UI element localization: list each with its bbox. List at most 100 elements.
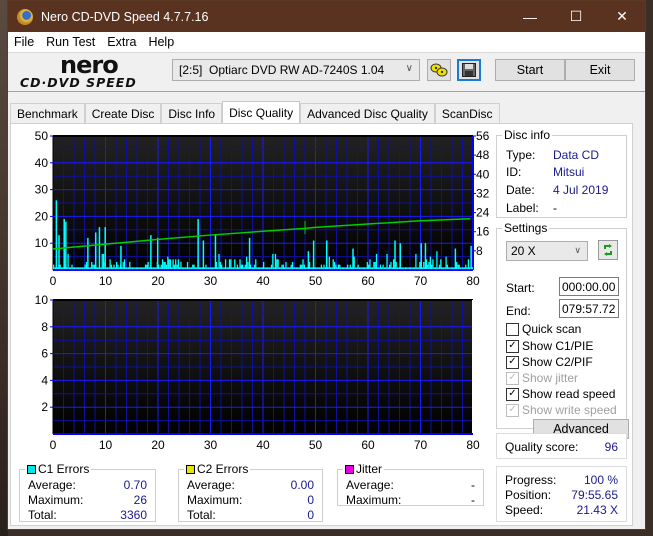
start-label: Start:: [506, 281, 535, 295]
refresh-speed-button[interactable]: [598, 240, 618, 260]
menu-file[interactable]: File: [14, 35, 34, 49]
checkmark-icon: ✓: [506, 371, 519, 385]
c1-peak-bar: [312, 240, 315, 270]
tab-disc-quality[interactable]: Disc Quality: [222, 101, 301, 124]
menu-extra[interactable]: Extra: [107, 35, 136, 49]
c1-bar: [168, 259, 170, 270]
y2-tick-label: 24: [476, 206, 490, 220]
c1-bar: [308, 261, 311, 270]
start-time-input[interactable]: 000:00.00: [559, 277, 619, 296]
menu-run-test[interactable]: Run Test: [46, 35, 95, 49]
end-time-input[interactable]: 079:57.72: [559, 299, 619, 318]
c1-peak-bar: [197, 219, 199, 270]
show-c2-pif-checkbox[interactable]: ✓ Show C2/PIF: [506, 355, 593, 369]
c1-bar: [167, 256, 169, 270]
c1-bar: [277, 259, 279, 270]
y-tick-label: 40: [35, 156, 49, 170]
c1-peak-bar: [420, 243, 422, 270]
tab-benchmark[interactable]: Benchmark: [10, 103, 85, 124]
save-button[interactable]: [457, 59, 481, 81]
tab-create-disc[interactable]: Create Disc: [84, 103, 162, 124]
checkmark-icon: ✓: [506, 339, 519, 353]
y2-tick-label: 16: [476, 225, 490, 239]
c1-bar: [239, 259, 241, 270]
jitter-group: Jitter Average: - Maximum: -: [337, 462, 484, 507]
disc-info-button[interactable]: [427, 59, 451, 81]
y-tick-label: 2: [41, 400, 48, 414]
c1-bar: [302, 259, 304, 270]
y2-tick-label: 32: [476, 186, 490, 200]
c1-total-value: 3360: [120, 508, 147, 522]
x-tick-label: 10: [99, 438, 113, 452]
disc-label-label: Label:: [506, 201, 539, 215]
menu-bar: File Run Test Extra Help: [8, 32, 645, 52]
c1-total-label: Total:: [28, 508, 57, 522]
chevron-down-icon: ∨: [405, 63, 413, 74]
c1-bar: [353, 256, 355, 270]
settings-legend: Settings: [504, 221, 548, 235]
maximize-button[interactable]: ☐: [553, 1, 599, 32]
start-button[interactable]: Start: [495, 59, 565, 81]
quick-scan-checkbox[interactable]: Quick scan: [506, 322, 581, 336]
speed-select[interactable]: 20 X ∨: [506, 241, 588, 261]
show-c1-pie-checkbox[interactable]: ✓ Show C1/PIE: [506, 339, 593, 353]
settings-group: Settings 20 X ∨ Start: 000:00.00 End: 07…: [496, 221, 629, 439]
c1-bar: [332, 259, 334, 270]
show-jitter-checkbox[interactable]: ✓ Show jitter: [506, 371, 578, 385]
jitter-legend-text: Jitter: [356, 462, 383, 476]
position-row: Position: 79:55.65: [505, 488, 618, 502]
c1-peak-bar: [156, 237, 159, 270]
c1-bar: [395, 261, 397, 270]
c1-bar: [428, 261, 430, 270]
tab-disc-info[interactable]: Disc Info: [161, 103, 223, 124]
jitter-average-label: Average:: [346, 478, 394, 492]
floppy-save-icon: [462, 63, 476, 77]
show-c2-pif-label: Show C2/PIF: [522, 355, 593, 369]
menu-help[interactable]: Help: [148, 35, 174, 49]
x-tick-label: 30: [204, 438, 218, 452]
c1-peak-bar: [63, 219, 65, 270]
close-button[interactable]: ✕: [599, 1, 645, 32]
c1-chart-svg: 10 20 30 40 50 0 10 20 30 40 50 60 70 80 8 16 24 32 40 48 56: [35, 129, 490, 288]
exit-button[interactable]: Exit: [565, 59, 635, 81]
c2-average-value: 0.00: [290, 478, 314, 492]
y-tick-label: 4: [41, 373, 48, 387]
c1-bar: [255, 259, 257, 270]
jitter-color-swatch: [345, 465, 354, 474]
c1-bar: [333, 261, 336, 270]
checkmark-icon: ✓: [506, 403, 519, 417]
y2-tick-label: 48: [476, 148, 490, 162]
c1-bar: [373, 261, 375, 270]
c1-bar: [123, 259, 126, 270]
chevron-down-icon: ∨: [574, 245, 581, 255]
disc-id-label: ID:: [506, 165, 522, 179]
c2-color-swatch: [186, 465, 195, 474]
c1-bar: [161, 259, 164, 270]
show-jitter-label: Show jitter: [522, 371, 579, 385]
jitter-maximum-value: -: [471, 493, 475, 507]
minimize-button[interactable]: —: [507, 1, 553, 32]
show-write-speed-checkbox[interactable]: ✓ Show write speed: [506, 403, 617, 417]
c1-bar: [285, 261, 287, 270]
c1-color-swatch: [27, 465, 36, 474]
x-tick-label: 40: [256, 438, 270, 452]
c1-bar: [272, 253, 274, 270]
disc-date-value: 4 Jul 2019: [553, 183, 609, 197]
nero-logo: nero CD·DVD SPEED: [20, 51, 160, 91]
c2-average-label: Average:: [187, 478, 235, 492]
x-tick-label: 20: [151, 438, 165, 452]
tab-scandisc[interactable]: ScanDisc: [434, 103, 500, 124]
c1-average-value: 0.70: [123, 478, 147, 492]
show-read-speed-checkbox[interactable]: ✓ Show read speed: [506, 387, 615, 401]
tab-advanced-disc-quality[interactable]: Advanced Disc Quality: [300, 103, 435, 124]
drive-select[interactable]: [2:5] Optiarc DVD RW AD-7240S 1.04 ∨: [172, 59, 420, 81]
c1-peak-bar: [248, 237, 251, 270]
c1-bar: [263, 261, 265, 270]
c1-maximum-row: Maximum: 26: [28, 493, 147, 507]
c1-bar: [175, 259, 177, 270]
c1-peak-bar: [55, 200, 58, 270]
c1-bar: [390, 261, 392, 270]
checkmark-icon: ✓: [506, 387, 519, 401]
c1-peak-bar: [394, 240, 396, 270]
c1-bar: [102, 253, 105, 270]
